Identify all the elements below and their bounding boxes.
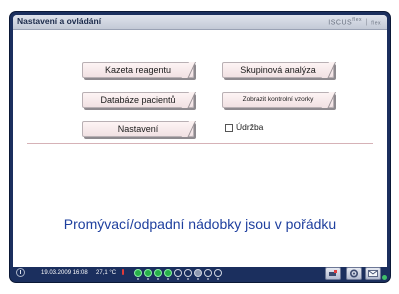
power-icon[interactable] bbox=[16, 268, 25, 277]
slot-dot-indicator bbox=[137, 278, 139, 280]
slot-dot-indicator bbox=[217, 278, 219, 280]
maintenance-checkbox[interactable]: Údržba bbox=[225, 122, 263, 132]
brand-name: ISCUS bbox=[328, 19, 353, 27]
checkbox-box[interactable] bbox=[225, 123, 233, 132]
reagent-cassette-button[interactable]: Kazeta reagentu bbox=[82, 62, 194, 78]
sample-slot-indicator bbox=[144, 269, 152, 277]
brand-logo: ISCUSflex | flex bbox=[328, 17, 381, 26]
gear-icon[interactable] bbox=[346, 267, 362, 280]
group-analysis-button[interactable]: Skupinová analýza bbox=[222, 62, 334, 78]
sample-slot-indicator bbox=[204, 269, 212, 277]
slot-dot-indicator bbox=[197, 278, 199, 280]
slot-dot-indicator bbox=[167, 278, 169, 280]
sample-slot-indicator bbox=[154, 269, 162, 277]
settings-icon[interactable] bbox=[325, 267, 341, 280]
slot-dot-indicator bbox=[177, 278, 179, 280]
sample-slot-indicator bbox=[214, 269, 222, 277]
datetime-display: 19.03.2009 16:08 bbox=[41, 270, 88, 276]
status-bar: 19.03.2009 16:08 27,1 °C bbox=[13, 267, 387, 280]
slot-dot-indicator bbox=[207, 278, 209, 280]
sample-slots bbox=[134, 268, 294, 280]
sample-slot-indicator bbox=[134, 269, 142, 277]
brand-separator: | bbox=[365, 19, 368, 27]
settings-button[interactable]: Nastavení bbox=[82, 121, 194, 137]
maintenance-label: Údržba bbox=[236, 122, 264, 132]
status-led-icon bbox=[382, 275, 387, 280]
temperature-display: 27,1 °C bbox=[96, 270, 117, 276]
slot-dot-indicator bbox=[187, 278, 189, 280]
main-panel: Nastavení a ovládání ISCUSflex | flex Ka… bbox=[13, 15, 387, 267]
slot-dot-indicator bbox=[147, 278, 149, 280]
sample-slot-indicator bbox=[164, 269, 172, 277]
patient-database-button[interactable]: Databáze pacientů bbox=[82, 92, 194, 108]
sample-slot-indicator bbox=[194, 269, 202, 277]
mail-icon[interactable] bbox=[365, 267, 381, 280]
show-control-samples-button[interactable]: Zobrazit kontrolní vzorky bbox=[222, 92, 334, 108]
window-title: Nastavení a ovládání bbox=[17, 16, 102, 26]
status-message: Promývací/odpadní nádobky jsou v pořádku bbox=[63, 216, 337, 232]
brand-superscript: flex bbox=[352, 17, 362, 23]
slot-dot-indicator bbox=[157, 278, 159, 280]
brand-suffix: flex bbox=[371, 20, 381, 27]
title-bar: Nastavení a ovládání ISCUSflex | flex bbox=[13, 15, 387, 30]
section-divider bbox=[27, 143, 373, 144]
device-screen: Nastavení a ovládání ISCUSflex | flex Ka… bbox=[10, 12, 390, 282]
sample-slot-indicator bbox=[174, 269, 182, 277]
sample-slot-indicator bbox=[184, 269, 192, 277]
thermometer-icon bbox=[122, 269, 124, 275]
